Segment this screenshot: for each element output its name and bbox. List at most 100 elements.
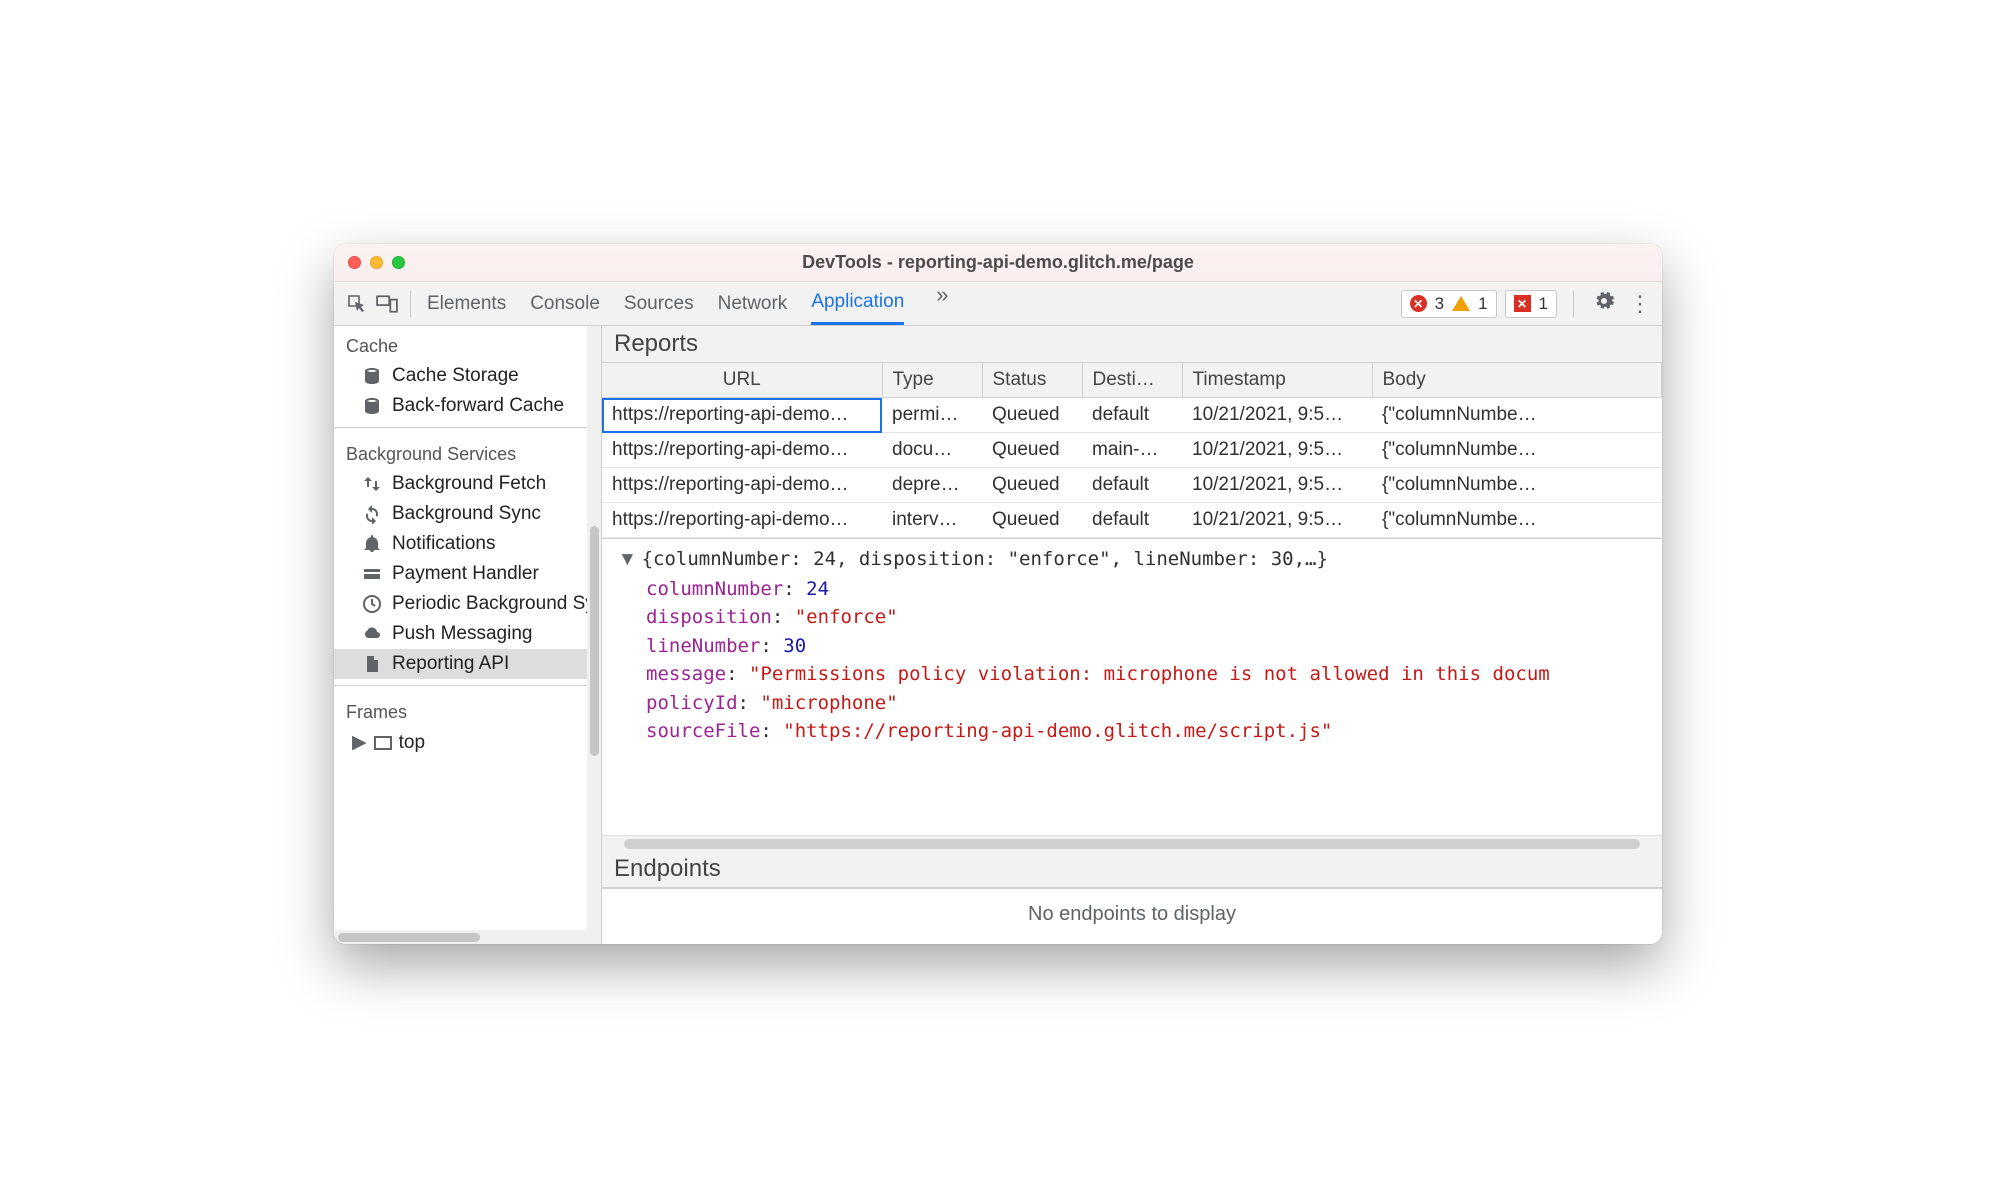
- table-row[interactable]: https://reporting-api-demo…depre…Queuedd…: [602, 468, 1662, 503]
- sidebar-item-label: top: [399, 732, 425, 754]
- issue-icon: ✕: [1514, 295, 1531, 312]
- toolbar-separator: [1573, 291, 1574, 317]
- clock-icon: [362, 594, 382, 614]
- sync-icon: [362, 504, 382, 524]
- table-cell: 10/21/2021, 9:5…: [1182, 468, 1372, 503]
- zoom-window-button[interactable]: [392, 256, 405, 269]
- table-cell: permi…: [882, 398, 982, 433]
- table-cell: Queued: [982, 433, 1082, 468]
- col-body[interactable]: Body: [1372, 363, 1662, 398]
- error-icon: ✕: [1410, 295, 1427, 312]
- sidebar-divider: [334, 427, 601, 428]
- tab-sources[interactable]: Sources: [624, 282, 694, 325]
- table-row[interactable]: https://reporting-api-demo…permi…Queuedd…: [602, 398, 1662, 433]
- updown-arrows-icon: [362, 474, 382, 494]
- sidebar-item-reporting-api[interactable]: Reporting API: [334, 649, 601, 679]
- sidebar-horizontal-scrollbar[interactable]: [334, 930, 601, 944]
- sidebar-item-frame-top[interactable]: ▶ top: [334, 727, 601, 758]
- toolbar-status: ✕ 3 1 ✕ 1 ⋮: [1401, 290, 1654, 318]
- table-cell: https://reporting-api-demo…: [602, 468, 882, 503]
- disclosure-triangle-icon[interactable]: ▶: [352, 731, 367, 754]
- object-property[interactable]: disposition: "enforce": [618, 603, 1650, 632]
- table-cell: 10/21/2021, 9:5…: [1182, 433, 1372, 468]
- sidebar-item-background-fetch[interactable]: Background Fetch: [334, 469, 601, 499]
- tabs-overflow-button[interactable]: »: [928, 282, 956, 325]
- table-cell: https://reporting-api-demo…: [602, 433, 882, 468]
- table-cell: Queued: [982, 398, 1082, 433]
- sidebar-item-label: Background Fetch: [392, 473, 546, 495]
- col-timestamp[interactable]: Timestamp: [1182, 363, 1372, 398]
- sidebar-item-label: Payment Handler: [392, 563, 539, 585]
- table-cell: {"columnNumbe…: [1372, 398, 1662, 433]
- sidebar-heading-cache: Cache: [334, 326, 601, 361]
- workspace: Cache Cache Storage Back-forward Cache B…: [334, 326, 1662, 944]
- object-property[interactable]: policyId: "microphone": [618, 689, 1650, 718]
- sidebar-item-back-forward-cache[interactable]: Back-forward Cache: [334, 391, 601, 421]
- report-body-object-viewer[interactable]: {columnNumber: 24, disposition: "enforce…: [602, 538, 1662, 835]
- card-icon: [362, 564, 382, 584]
- col-type[interactable]: Type: [882, 363, 982, 398]
- col-url[interactable]: URL: [602, 363, 882, 398]
- minimize-window-button[interactable]: [370, 256, 383, 269]
- table-cell: https://reporting-api-demo…: [602, 503, 882, 538]
- reports-heading: Reports: [602, 326, 1662, 363]
- table-row[interactable]: https://reporting-api-demo…interv…Queued…: [602, 503, 1662, 538]
- sidebar-item-cache-storage[interactable]: Cache Storage: [334, 361, 601, 391]
- table-cell: {"columnNumbe…: [1372, 433, 1662, 468]
- sidebar-heading-background-services: Background Services: [334, 434, 601, 469]
- warning-icon: [1452, 296, 1470, 311]
- table-cell: main-…: [1082, 433, 1182, 468]
- panel-tabs: Elements Console Sources Network Applica…: [427, 282, 1401, 325]
- col-status[interactable]: Status: [982, 363, 1082, 398]
- issues-badge[interactable]: ✕ 1: [1505, 290, 1557, 318]
- sidebar-vertical-scrollbar[interactable]: [587, 326, 601, 930]
- devtools-window: DevTools - reporting-api-demo.glitch.me/…: [334, 244, 1662, 944]
- tab-network[interactable]: Network: [718, 282, 788, 325]
- close-window-button[interactable]: [348, 256, 361, 269]
- table-cell: Queued: [982, 503, 1082, 538]
- application-sidebar: Cache Cache Storage Back-forward Cache B…: [334, 326, 602, 944]
- sidebar-item-label: Push Messaging: [392, 623, 532, 645]
- scrollbar-thumb[interactable]: [590, 526, 599, 756]
- scrollbar-thumb[interactable]: [624, 839, 1640, 849]
- settings-gear-icon[interactable]: [1590, 291, 1618, 317]
- sidebar-item-label: Cache Storage: [392, 365, 519, 387]
- reports-table: URL Type Status Desti… Timestamp Body ht…: [602, 363, 1662, 538]
- object-summary[interactable]: {columnNumber: 24, disposition: "enforce…: [618, 545, 1650, 575]
- inspect-element-icon[interactable]: [342, 289, 372, 319]
- table-row[interactable]: https://reporting-api-demo…docu…Queuedma…: [602, 433, 1662, 468]
- sidebar-divider: [334, 685, 601, 686]
- reporting-api-panel: Reports URL Type Status Desti… Timestamp…: [602, 326, 1662, 944]
- object-property[interactable]: sourceFile: "https://reporting-api-demo.…: [618, 717, 1650, 746]
- bell-icon: [362, 534, 382, 554]
- sidebar-item-background-sync[interactable]: Background Sync: [334, 499, 601, 529]
- sidebar-item-label: Notifications: [392, 533, 496, 555]
- object-property[interactable]: columnNumber: 24: [618, 575, 1650, 604]
- table-cell: Queued: [982, 468, 1082, 503]
- sidebar-scroll: Cache Cache Storage Back-forward Cache B…: [334, 326, 601, 930]
- tab-elements[interactable]: Elements: [427, 282, 506, 325]
- sidebar-item-label: Periodic Background Sync: [392, 593, 601, 615]
- sidebar-item-payment-handler[interactable]: Payment Handler: [334, 559, 601, 589]
- table-cell: docu…: [882, 433, 982, 468]
- database-icon: [362, 366, 382, 386]
- table-cell: 10/21/2021, 9:5…: [1182, 503, 1372, 538]
- document-icon: [362, 654, 382, 674]
- sidebar-item-periodic-background-sync[interactable]: Periodic Background Sync: [334, 589, 601, 619]
- object-property[interactable]: message: "Permissions policy violation: …: [618, 660, 1650, 689]
- console-errors-warnings[interactable]: ✕ 3 1: [1401, 290, 1497, 318]
- sidebar-heading-frames: Frames: [334, 692, 601, 727]
- sidebar-item-label: Reporting API: [392, 653, 509, 675]
- tab-console[interactable]: Console: [530, 282, 600, 325]
- sidebar-item-notifications[interactable]: Notifications: [334, 529, 601, 559]
- more-menu-icon[interactable]: ⋮: [1626, 291, 1654, 317]
- object-horizontal-scrollbar[interactable]: [602, 835, 1662, 851]
- device-toolbar-icon[interactable]: [372, 289, 402, 319]
- database-icon: [362, 396, 382, 416]
- tab-application[interactable]: Application: [811, 282, 904, 325]
- title-bar: DevTools - reporting-api-demo.glitch.me/…: [334, 244, 1662, 282]
- sidebar-item-push-messaging[interactable]: Push Messaging: [334, 619, 601, 649]
- scrollbar-thumb[interactable]: [338, 933, 480, 942]
- object-property[interactable]: lineNumber: 30: [618, 632, 1650, 661]
- col-destination[interactable]: Desti…: [1082, 363, 1182, 398]
